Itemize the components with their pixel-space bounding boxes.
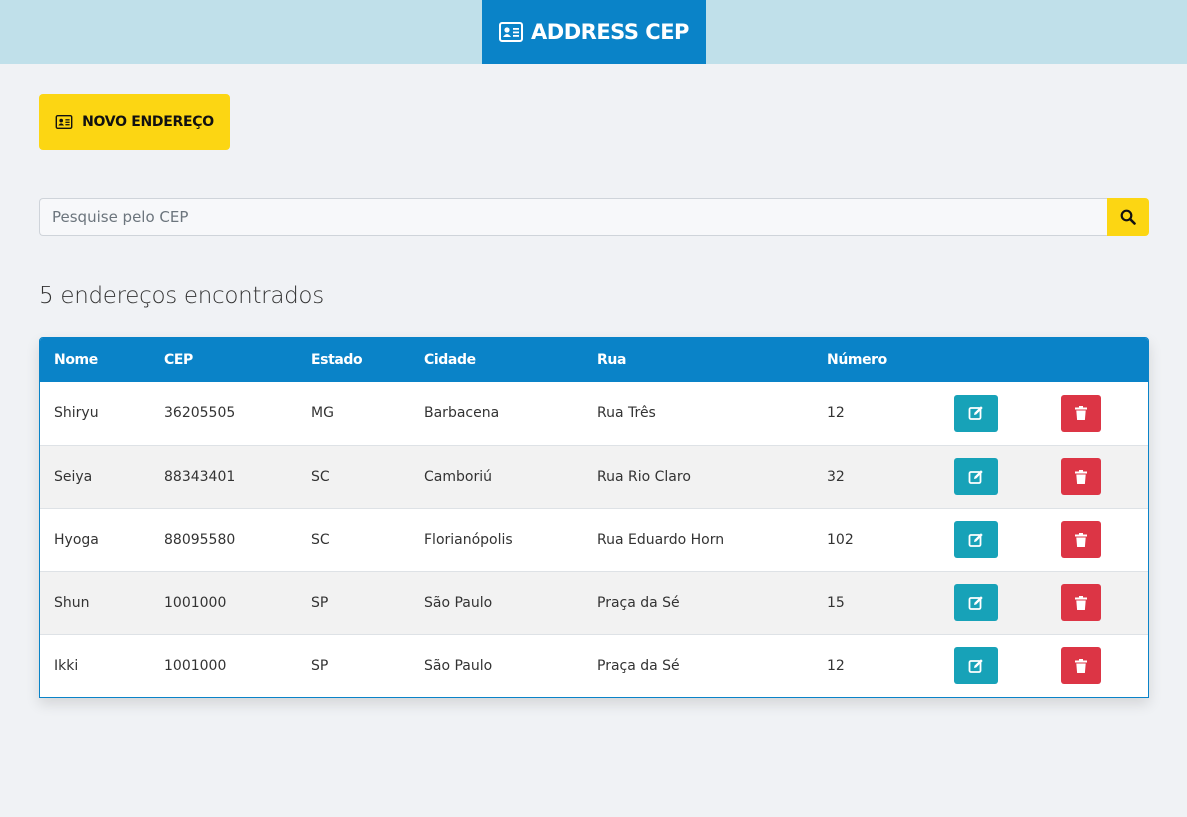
app-title: ADDRESS CEP bbox=[531, 20, 689, 44]
new-address-label: NOVO ENDEREÇO bbox=[82, 114, 214, 130]
column-header-nome[interactable]: Nome bbox=[40, 338, 150, 382]
trash-icon bbox=[1075, 469, 1087, 484]
delete-button[interactable] bbox=[1061, 394, 1101, 432]
column-header-cep[interactable]: CEP bbox=[150, 338, 297, 382]
cell-nome: Ikki bbox=[54, 657, 79, 674]
edit-button[interactable] bbox=[954, 394, 998, 432]
search-input[interactable] bbox=[39, 198, 1107, 236]
app-brand[interactable]: ADDRESS CEP bbox=[482, 0, 706, 64]
table-row: Shun 1001000 SP São Paulo Praça da Sé 15 bbox=[40, 571, 1148, 634]
address-table: Nome CEP Estado Cidade Rua Número Shiryu… bbox=[39, 337, 1149, 698]
cell-estado: SP bbox=[311, 594, 329, 611]
edit-icon bbox=[968, 406, 983, 421]
delete-button[interactable] bbox=[1061, 521, 1101, 558]
cell-numero: 12 bbox=[827, 405, 845, 422]
edit-icon bbox=[968, 595, 983, 610]
cell-cep: 36205505 bbox=[164, 405, 236, 422]
table-header: Nome CEP Estado Cidade Rua Número bbox=[40, 338, 1148, 382]
cell-numero: 32 bbox=[827, 468, 845, 485]
cell-nome: Seiya bbox=[54, 468, 93, 485]
column-header-cidade[interactable]: Cidade bbox=[410, 338, 583, 382]
column-header-estado[interactable]: Estado bbox=[297, 338, 410, 382]
column-header-numero[interactable]: Número bbox=[813, 338, 940, 382]
trash-icon bbox=[1075, 658, 1087, 673]
cell-estado: SP bbox=[311, 657, 329, 674]
cell-rua: Rua Eduardo Horn bbox=[597, 531, 725, 548]
new-address-button[interactable]: NOVO ENDEREÇO bbox=[39, 94, 230, 150]
table-row: Hyoga 88095580 SC Florianópolis Rua Edua… bbox=[40, 508, 1148, 571]
cell-cep: 1001000 bbox=[164, 594, 227, 611]
cell-rua: Praça da Sé bbox=[597, 594, 680, 611]
cell-cep: 1001000 bbox=[164, 657, 227, 674]
edit-button[interactable] bbox=[954, 647, 998, 685]
edit-icon bbox=[968, 469, 983, 484]
cell-cep: 88095580 bbox=[164, 531, 236, 548]
trash-icon bbox=[1075, 532, 1087, 547]
search-button[interactable] bbox=[1107, 198, 1149, 236]
address-card-icon bbox=[499, 22, 524, 42]
search-icon bbox=[1120, 209, 1136, 225]
column-header-delete bbox=[1047, 338, 1148, 382]
cell-cidade: São Paulo bbox=[424, 657, 493, 674]
top-bar: ADDRESS CEP bbox=[0, 0, 1187, 64]
delete-button[interactable] bbox=[1061, 584, 1101, 621]
edit-button[interactable] bbox=[954, 521, 998, 558]
cell-nome: Shiryu bbox=[54, 405, 99, 422]
cell-cidade: Florianópolis bbox=[424, 531, 513, 548]
edit-button[interactable] bbox=[954, 458, 998, 495]
table-row: Ikki 1001000 SP São Paulo Praça da Sé 12 bbox=[40, 634, 1148, 697]
cell-cidade: São Paulo bbox=[424, 594, 493, 611]
cell-nome: Hyoga bbox=[54, 531, 99, 548]
cell-numero: 102 bbox=[827, 531, 854, 548]
cell-rua: Rua Rio Claro bbox=[597, 468, 691, 485]
cell-numero: 15 bbox=[827, 594, 845, 611]
cell-cep: 88343401 bbox=[164, 468, 236, 485]
table-row: Seiya 88343401 SC Camboriú Rua Rio Claro… bbox=[40, 445, 1148, 508]
column-header-edit bbox=[940, 338, 1047, 382]
search-bar bbox=[39, 198, 1149, 236]
column-header-rua[interactable]: Rua bbox=[583, 338, 813, 382]
edit-icon bbox=[968, 659, 983, 673]
table-row: Shiryu 36205505 MG Barbacena Rua Três 12 bbox=[40, 382, 1148, 445]
delete-button[interactable] bbox=[1061, 458, 1101, 495]
table-body: Shiryu 36205505 MG Barbacena Rua Três 12… bbox=[40, 382, 1148, 697]
cell-estado: MG bbox=[311, 405, 334, 422]
cell-rua: Praça da Sé bbox=[597, 657, 680, 674]
cell-nome: Shun bbox=[54, 594, 90, 611]
cell-cidade: Barbacena bbox=[424, 405, 500, 422]
cell-estado: SC bbox=[311, 468, 330, 485]
cell-estado: SC bbox=[311, 531, 330, 548]
trash-icon bbox=[1075, 595, 1087, 610]
address-card-icon bbox=[55, 115, 73, 129]
delete-button[interactable] bbox=[1061, 647, 1101, 685]
edit-icon bbox=[968, 532, 983, 547]
trash-icon bbox=[1075, 406, 1087, 421]
cell-numero: 12 bbox=[827, 657, 845, 674]
edit-button[interactable] bbox=[954, 584, 998, 621]
results-count: 5 endereços encontrados bbox=[39, 283, 324, 309]
cell-rua: Rua Três bbox=[597, 405, 656, 422]
cell-cidade: Camboriú bbox=[424, 468, 492, 485]
